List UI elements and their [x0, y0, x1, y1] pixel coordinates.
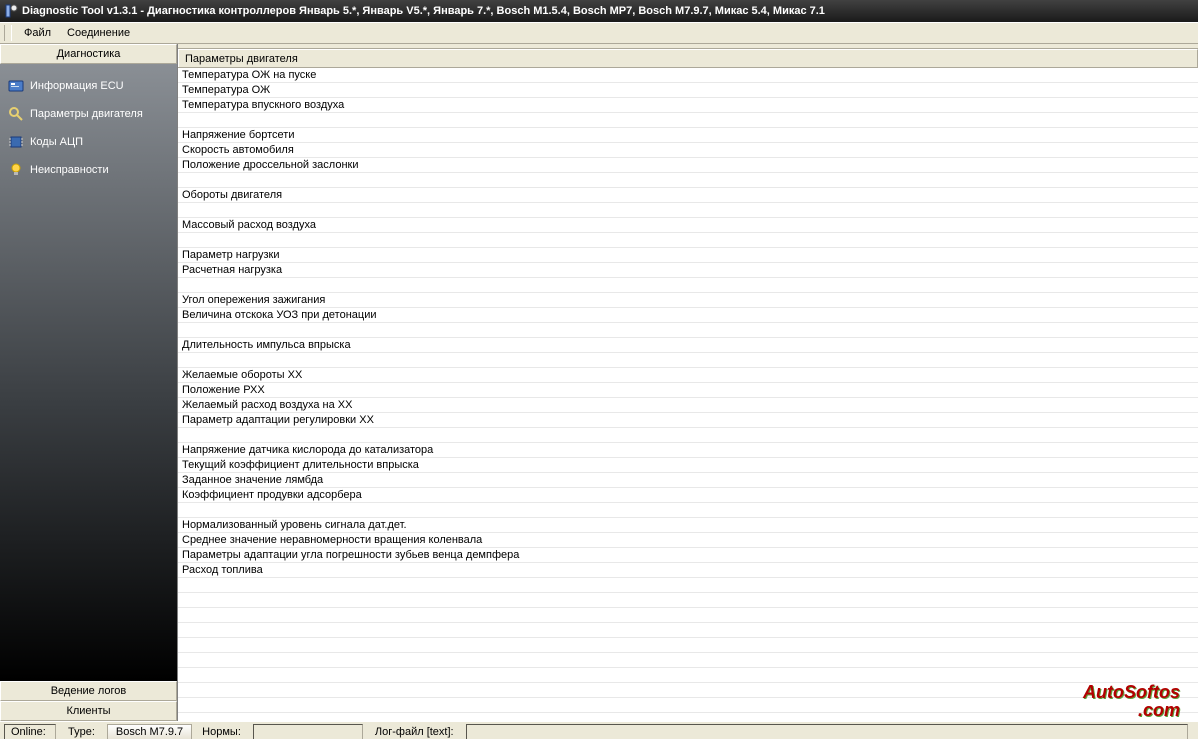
- table-row[interactable]: Расход топлива: [178, 563, 1198, 578]
- titlebar: Diagnostic Tool v1.3.1 - Диагностика кон…: [0, 0, 1198, 22]
- table-row[interactable]: [178, 113, 1198, 128]
- table-row[interactable]: [178, 278, 1198, 293]
- table-row[interactable]: Желаемый расход воздуха на ХХ: [178, 398, 1198, 413]
- bulb-icon: [8, 162, 24, 178]
- sidebar-item-ecu-info[interactable]: Информация ECU: [2, 72, 175, 100]
- title-text: Diagnostic Tool v1.3.1 - Диагностика кон…: [22, 5, 825, 17]
- table-row[interactable]: Среднее значение неравномерности вращени…: [178, 533, 1198, 548]
- table-row[interactable]: [178, 203, 1198, 218]
- status-online: Online:: [4, 724, 56, 739]
- main-panel: Параметры двигателя Температура ОЖ на пу…: [178, 44, 1198, 721]
- table-row[interactable]: Скорость автомобиля: [178, 143, 1198, 158]
- table-row[interactable]: Расчетная нагрузка: [178, 263, 1198, 278]
- table-row[interactable]: Температура впускного воздуха: [178, 98, 1198, 113]
- table-row[interactable]: Напряжение бортсети: [178, 128, 1198, 143]
- menu-file[interactable]: Файл: [16, 25, 59, 41]
- table-row[interactable]: [178, 593, 1198, 608]
- table-row[interactable]: Заданное значение лямбда: [178, 473, 1198, 488]
- table-row[interactable]: [178, 623, 1198, 638]
- sidebar-item-label: Неисправности: [30, 164, 109, 176]
- search-icon: [8, 106, 24, 122]
- table-row[interactable]: Параметр нагрузки: [178, 248, 1198, 263]
- table-row[interactable]: [178, 638, 1198, 653]
- table-row[interactable]: Параметры адаптации угла погрешности зуб…: [178, 548, 1198, 563]
- table-row[interactable]: Желаемые обороты ХХ: [178, 368, 1198, 383]
- table-row[interactable]: Положение РХХ: [178, 383, 1198, 398]
- grid-body[interactable]: Температура ОЖ на пускеТемпература ОЖТем…: [178, 68, 1198, 721]
- workspace: Диагностика Информация ECU Параметры дви…: [0, 44, 1198, 721]
- table-row[interactable]: Температура ОЖ на пуске: [178, 68, 1198, 83]
- chip-icon: [8, 134, 24, 150]
- statusbar: Online: Type: Bosch M7.9.7 Нормы: Лог-фа…: [0, 721, 1198, 739]
- table-row[interactable]: Длительность импульса впрыска: [178, 338, 1198, 353]
- table-row[interactable]: [178, 713, 1198, 721]
- table-row[interactable]: Температура ОЖ: [178, 83, 1198, 98]
- table-row[interactable]: Массовый расход воздуха: [178, 218, 1198, 233]
- table-row[interactable]: Угол опережения зажигания: [178, 293, 1198, 308]
- menu-connection[interactable]: Соединение: [59, 25, 138, 41]
- table-row[interactable]: [178, 608, 1198, 623]
- sidebar: Диагностика Информация ECU Параметры дви…: [0, 44, 178, 721]
- table-row[interactable]: [178, 353, 1198, 368]
- table-row[interactable]: [178, 698, 1198, 713]
- sidebar-item-engine-params[interactable]: Параметры двигателя: [2, 100, 175, 128]
- status-log-value: [466, 724, 1188, 739]
- table-row[interactable]: [178, 683, 1198, 698]
- status-norms-value: [253, 724, 363, 739]
- sidebar-header-logs[interactable]: Ведение логов: [0, 681, 177, 701]
- toolbar-grip: [4, 25, 12, 41]
- sidebar-item-adc-codes[interactable]: Коды АЦП: [2, 128, 175, 156]
- menubar: Файл Соединение: [0, 22, 1198, 44]
- status-type-label: Type:: [62, 724, 101, 739]
- sidebar-item-label: Параметры двигателя: [30, 108, 143, 120]
- grid-column-header[interactable]: Параметры двигателя: [178, 49, 1198, 67]
- grid-header-row: Параметры двигателя: [178, 49, 1198, 68]
- table-row[interactable]: [178, 653, 1198, 668]
- table-row[interactable]: [178, 323, 1198, 338]
- sidebar-header-diagnostics[interactable]: Диагностика: [0, 44, 177, 64]
- table-row[interactable]: Параметр адаптации регулировки ХХ: [178, 413, 1198, 428]
- table-row[interactable]: Напряжение датчика кислорода до катализа…: [178, 443, 1198, 458]
- sidebar-header-clients[interactable]: Клиенты: [0, 701, 177, 721]
- table-row[interactable]: Положение дроссельной заслонки: [178, 158, 1198, 173]
- status-type-button[interactable]: Bosch M7.9.7: [107, 724, 192, 739]
- table-row[interactable]: Коэффициент продувки адсорбера: [178, 488, 1198, 503]
- status-norms-label: Нормы:: [196, 724, 247, 739]
- table-row[interactable]: [178, 503, 1198, 518]
- sidebar-body: Информация ECU Параметры двигателя Коды …: [0, 64, 177, 681]
- table-row[interactable]: Обороты двигателя: [178, 188, 1198, 203]
- sidebar-item-faults[interactable]: Неисправности: [2, 156, 175, 184]
- app-icon: [4, 4, 18, 18]
- table-row[interactable]: [178, 233, 1198, 248]
- sidebar-item-label: Коды АЦП: [30, 136, 83, 148]
- table-row[interactable]: Текущий коэффициент длительности впрыска: [178, 458, 1198, 473]
- status-log-label: Лог-файл [text]:: [369, 724, 460, 739]
- info-icon: [8, 78, 24, 94]
- sidebar-item-label: Информация ECU: [30, 80, 124, 92]
- table-row[interactable]: [178, 428, 1198, 443]
- table-row[interactable]: Нормализованный уровень сигнала дат.дет.: [178, 518, 1198, 533]
- table-row[interactable]: [178, 578, 1198, 593]
- table-row[interactable]: Величина отскока УОЗ при детонации: [178, 308, 1198, 323]
- table-row[interactable]: [178, 173, 1198, 188]
- table-row[interactable]: [178, 668, 1198, 683]
